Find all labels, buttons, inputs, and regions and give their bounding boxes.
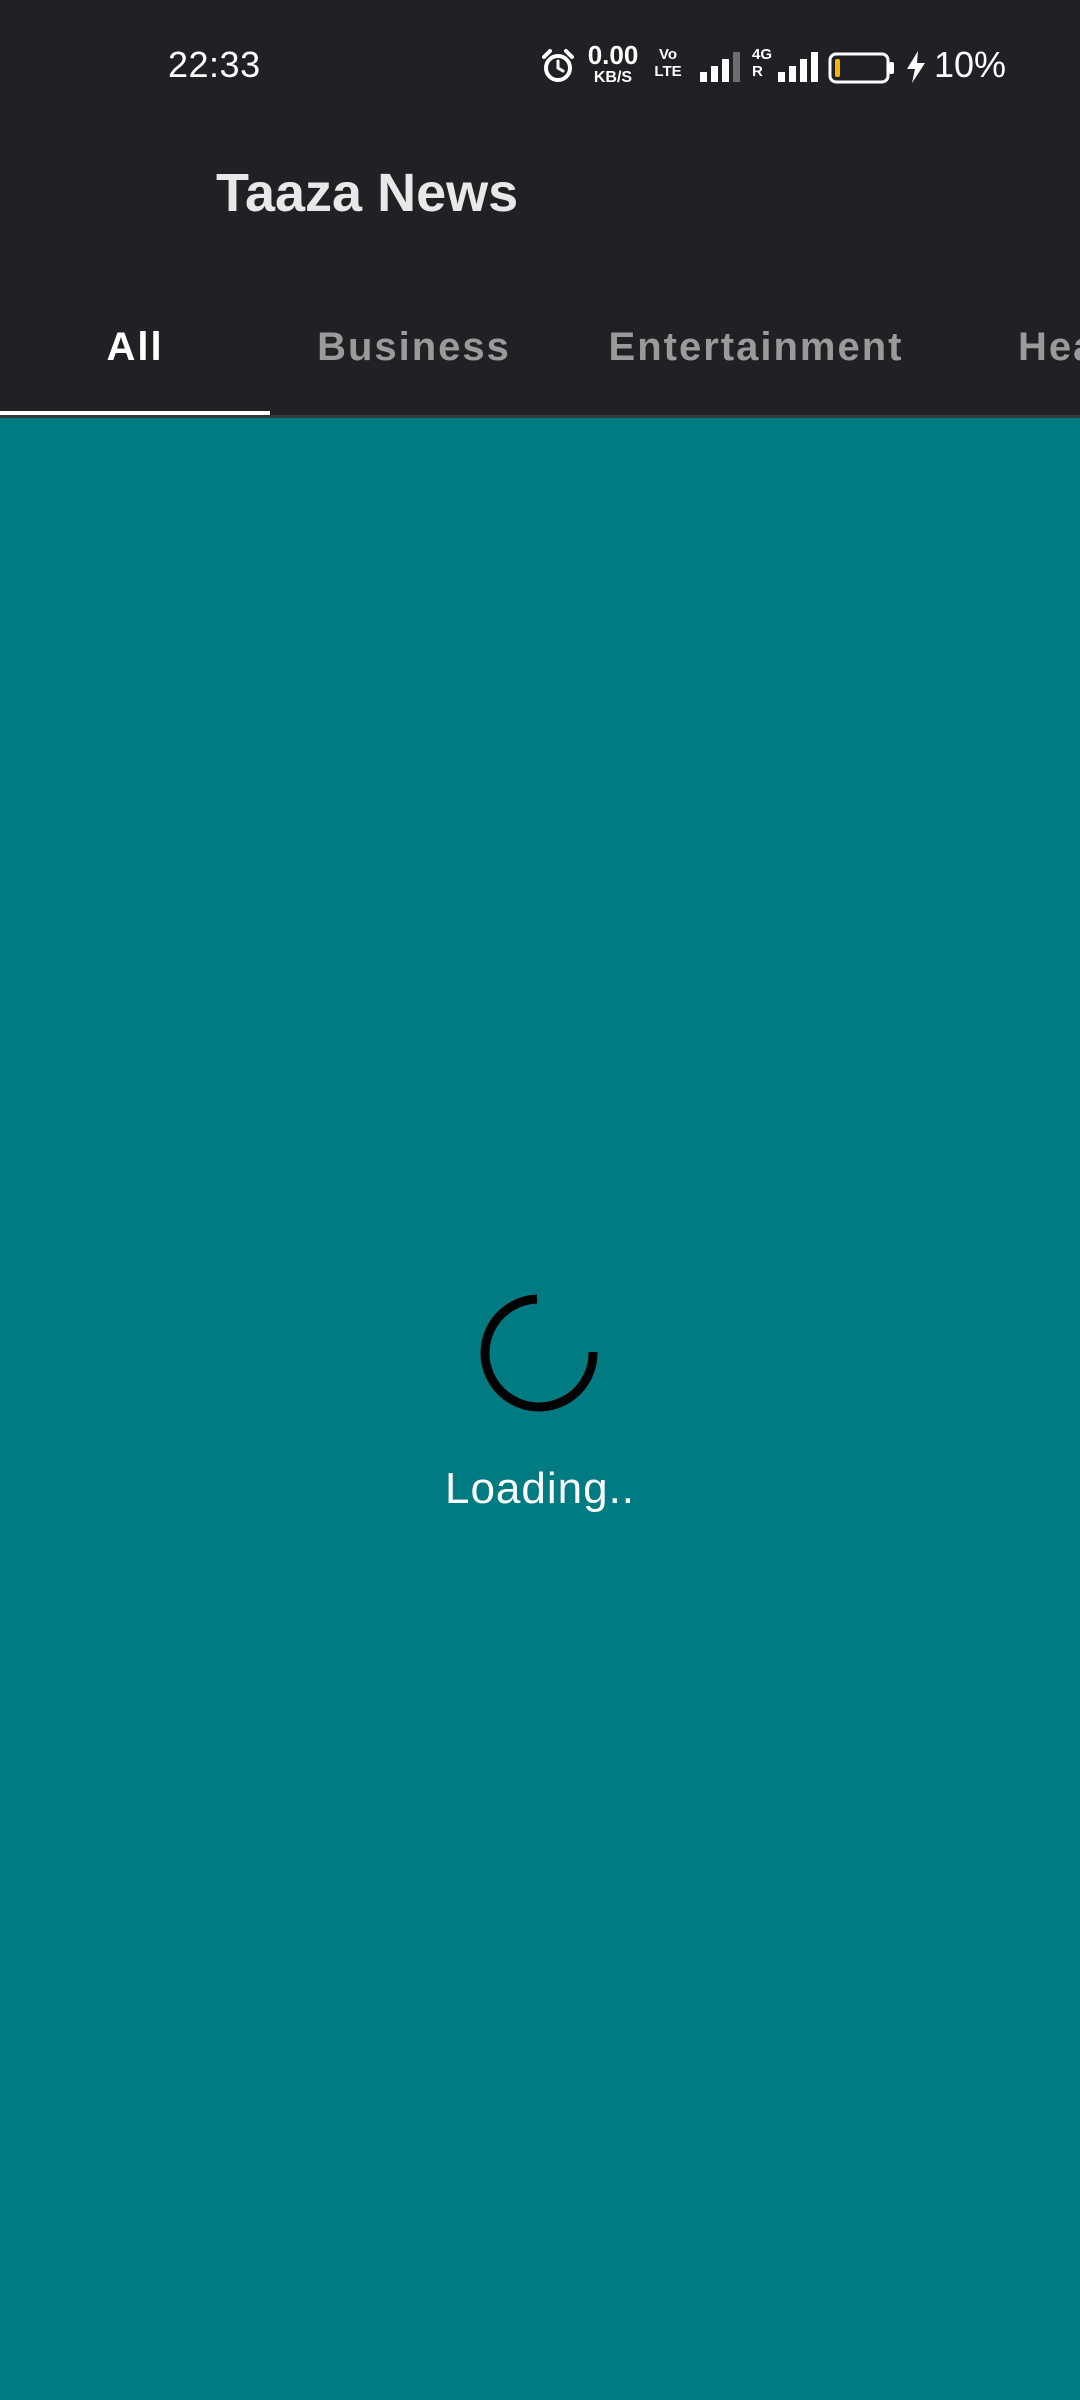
tab-business[interactable]: Business xyxy=(270,280,558,415)
charging-bolt-icon xyxy=(904,50,928,89)
volte-line1: Vo xyxy=(658,46,678,63)
battery-percent: 10% xyxy=(934,44,1007,85)
category-tabs: All Business Entertainment Hea xyxy=(0,280,1080,418)
battery-icon xyxy=(828,52,896,89)
loading-spinner-icon xyxy=(477,1290,603,1416)
tab-health[interactable]: Hea xyxy=(1018,280,1080,415)
loading-state: Loading.. xyxy=(0,1290,1080,1514)
tab-indicator xyxy=(0,411,270,415)
loading-text: Loading.. xyxy=(444,1464,636,1513)
screen: 22:33 0.00 KB/S Vo LTE 4G R 10% Taaza Ne… xyxy=(0,0,1080,2400)
app-title: Taaza News xyxy=(216,163,519,223)
network-speed-value: 0.00 xyxy=(587,40,639,70)
status-icons: 0.00 KB/S Vo LTE 4G R 10% xyxy=(540,0,1080,130)
volte-line2: LTE xyxy=(654,63,682,80)
signal-icon xyxy=(698,50,744,89)
tab-entertainment[interactable]: Entertainment xyxy=(558,280,954,415)
signal-icon xyxy=(776,50,822,89)
network-speed-unit: KB/S xyxy=(593,69,633,86)
network-type-line1: 4G xyxy=(752,46,773,63)
network-type-line2: R xyxy=(752,63,763,80)
alarm-icon xyxy=(540,48,576,89)
status-time: 22:33 xyxy=(168,44,261,85)
network-speed: 0.00 KB/S xyxy=(582,42,644,86)
network-type: 4G R xyxy=(752,46,778,80)
tab-all[interactable]: All xyxy=(0,280,270,415)
app-bar: Taaza News xyxy=(0,130,1080,280)
volte-indicator: Vo LTE xyxy=(648,46,688,80)
status-bar: 22:33 0.00 KB/S Vo LTE 4G R 10% xyxy=(0,0,1080,130)
